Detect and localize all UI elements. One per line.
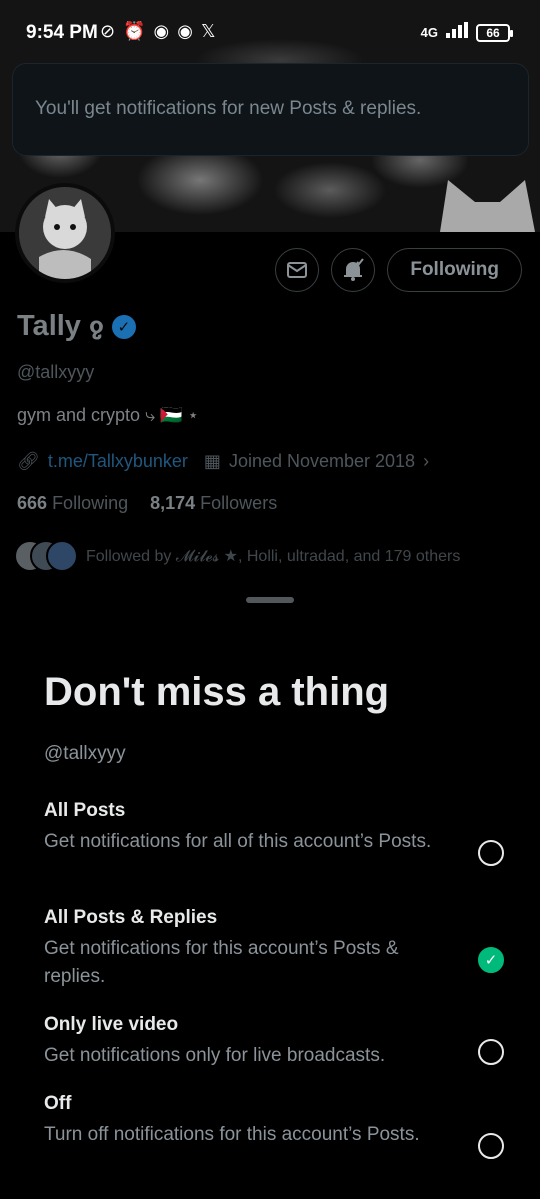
- profile-bio: gym and crypto ⤷ 🇵🇸 ⋆: [17, 405, 199, 425]
- signal-bars-icon: [446, 22, 468, 43]
- followed-by-text: Followed by 𝓜𝓲𝓵𝓮𝓼 ★, Holli, ultradad, an…: [86, 548, 461, 565]
- link-item[interactable]: 🔗︎ t.me/Tallxybunker: [17, 451, 188, 472]
- profile-name: Tally ჹ ✓: [17, 310, 136, 343]
- option-title: All Posts: [44, 800, 126, 821]
- following-count-link[interactable]: 666 Following: [17, 493, 128, 514]
- profile-name-emoji: ჹ: [88, 313, 104, 340]
- radio-all-posts[interactable]: [478, 840, 504, 866]
- option-description: Get notifications for all of this accoun…: [44, 831, 432, 852]
- followers-count-link[interactable]: 8,174 Followers: [150, 493, 277, 514]
- link-icon: 🔗︎: [17, 451, 40, 471]
- status-time: 9:54 PM: [26, 22, 98, 43]
- toast-text: You'll get notifications for new Posts &…: [35, 98, 422, 119]
- option-all-posts-replies[interactable]: All Posts & Replies Get notifications fo…: [44, 907, 504, 991]
- discord-icon: ◉: [153, 21, 170, 41]
- cat-silhouette-icon: [440, 180, 535, 232]
- sheet-handle: @tallxyyy: [44, 743, 126, 764]
- status-system-icons: 4G 66: [420, 22, 513, 43]
- chevron-right-icon[interactable]: ›: [423, 451, 429, 472]
- following-label: Following: [52, 493, 129, 513]
- option-description: Turn off notifications for this account’…: [44, 1124, 420, 1145]
- check-icon: ✓: [484, 952, 498, 969]
- joined-date: Joined November 2018: [228, 451, 416, 471]
- bell-check-icon: [344, 258, 365, 281]
- sheet-title: Don't miss a thing: [44, 670, 390, 714]
- profile-name-text: Tally: [17, 310, 81, 342]
- followed-by-row[interactable]: Followed by 𝓜𝓲𝓵𝓮𝓼 ★, Holli, ultradad, an…: [14, 540, 460, 572]
- notifications-bell-button[interactable]: [331, 248, 376, 292]
- notification-toast: You'll get notifications for new Posts &…: [12, 63, 529, 156]
- battery-icon: 66: [476, 23, 513, 42]
- radio-off[interactable]: [478, 1133, 504, 1159]
- option-off[interactable]: Off Turn off notifications for this acco…: [44, 1093, 504, 1159]
- mail-icon: [287, 262, 308, 278]
- sheet-drag-handle[interactable]: [246, 597, 294, 603]
- discord-icon: ◉: [177, 21, 193, 41]
- profile-link[interactable]: t.me/Tallxybunker: [48, 451, 188, 472]
- status-bar: 9:54 PM ⊘ ⏰ ◉ ◉ 𝕏 4G 66: [0, 0, 540, 62]
- followers-label: Followers: [200, 493, 278, 513]
- follow-counts: 666 Following 8,174 Followers: [17, 493, 277, 514]
- option-description: Get notifications only for live broadcas…: [44, 1045, 386, 1066]
- profile-meta: 🔗︎ t.me/Tallxybunker ▦ Joined November 2…: [17, 451, 429, 472]
- verified-badge-icon: ✓: [111, 314, 136, 339]
- profile-actions: Following: [275, 248, 522, 292]
- avatar: [46, 540, 78, 572]
- message-button[interactable]: [275, 248, 320, 292]
- mute-icon: ⊘: [100, 21, 116, 41]
- calendar-icon: ▦: [203, 451, 221, 471]
- option-title: Only live video: [44, 1014, 179, 1035]
- avatar[interactable]: [15, 183, 115, 283]
- status-notification-icons: ⊘ ⏰ ◉ ◉ 𝕏: [100, 21, 215, 42]
- followers-count: 8,174: [150, 493, 196, 513]
- profile-handle: @tallxyyy: [17, 362, 95, 382]
- option-title: Off: [44, 1093, 72, 1114]
- alarm-icon: ⏰: [123, 21, 146, 41]
- option-all-posts[interactable]: All Posts Get notifications for all of t…: [44, 800, 504, 866]
- radio-only-live-video[interactable]: [478, 1039, 504, 1065]
- option-description: Get notifications for this account’s Pos…: [44, 938, 399, 987]
- radio-all-posts-replies[interactable]: ✓: [478, 947, 504, 973]
- notification-settings-sheet: Don't miss a thing @tallxyyy All Posts G…: [0, 586, 540, 1199]
- profile-background: You'll get notifications for new Posts &…: [0, 0, 540, 610]
- signal-icon: 4G: [420, 25, 438, 40]
- x-logo-icon: 𝕏: [200, 21, 216, 41]
- joined-item: ▦ Joined November 2018 ›: [204, 451, 429, 472]
- follower-avatars: [14, 540, 78, 572]
- following-count: 666: [17, 493, 48, 513]
- option-only-live-video[interactable]: Only live video Get notifications only f…: [44, 1014, 504, 1070]
- option-title: All Posts & Replies: [44, 907, 218, 928]
- following-button[interactable]: Following: [387, 248, 522, 292]
